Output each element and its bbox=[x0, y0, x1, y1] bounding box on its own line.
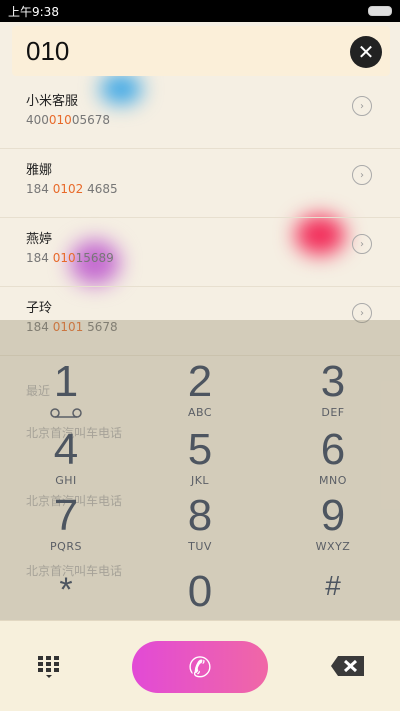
contact-name: 雅娜 bbox=[26, 163, 53, 178]
battery-icon bbox=[368, 6, 392, 16]
chevron-right-icon[interactable]: › bbox=[352, 96, 372, 116]
key-0[interactable]: 0 bbox=[140, 570, 260, 614]
contact-name: 小米客服 bbox=[26, 94, 79, 109]
contact-name: 燕婷 bbox=[26, 232, 53, 247]
key-6[interactable]: 6 MNO bbox=[273, 428, 393, 488]
status-bar: 上午9:38 bbox=[0, 0, 400, 22]
dial-input-bar[interactable]: 010 ✕ bbox=[12, 26, 390, 76]
status-time: 上午9:38 bbox=[8, 4, 59, 19]
phone-icon: ✆ bbox=[188, 650, 212, 684]
contact-phone: 184 01015689 bbox=[26, 251, 114, 265]
key-2[interactable]: 2 ABC bbox=[140, 360, 260, 420]
contact-phone: 40001005678 bbox=[26, 113, 110, 127]
key-3[interactable]: 3 DEF bbox=[273, 360, 393, 420]
dialed-number: 010 bbox=[26, 35, 70, 66]
chevron-right-icon[interactable]: › bbox=[352, 234, 372, 254]
contact-row[interactable]: 雅娜 184 0102 4685 › bbox=[0, 149, 400, 218]
backspace-icon[interactable] bbox=[330, 655, 366, 677]
key-4[interactable]: 4 GHI bbox=[6, 428, 126, 488]
key-9[interactable]: 9 WXYZ bbox=[273, 494, 393, 554]
key-7[interactable]: 7 PQRS bbox=[6, 494, 126, 554]
contact-row[interactable]: 小米客服 40001005678 › bbox=[0, 80, 400, 149]
key-5[interactable]: 5 JKL bbox=[140, 428, 260, 488]
key-star[interactable]: * bbox=[6, 568, 126, 612]
dial-keypad: 1 2 ABC 3 DEF 4 GHI 5 JKL 6 MNO 7 PQRS 8… bbox=[0, 350, 400, 620]
key-hash[interactable]: # bbox=[273, 564, 393, 608]
bottom-action-bar: ✆ bbox=[0, 620, 400, 711]
contact-results-list: 小米客服 40001005678 › 雅娜 184 0102 4685 › 燕婷… bbox=[0, 80, 400, 356]
clear-icon[interactable]: ✕ bbox=[350, 36, 382, 68]
keypad-toggle-icon[interactable] bbox=[36, 655, 62, 679]
key-8[interactable]: 8 TUV bbox=[140, 494, 260, 554]
chevron-right-icon[interactable]: › bbox=[352, 165, 372, 185]
call-button[interactable]: ✆ bbox=[132, 641, 268, 693]
voicemail-icon bbox=[50, 408, 82, 418]
contact-row[interactable]: 燕婷 184 01015689 › bbox=[0, 218, 400, 287]
contact-phone: 184 0102 4685 bbox=[26, 182, 118, 196]
key-1[interactable]: 1 bbox=[6, 360, 126, 423]
contact-name: 子玲 bbox=[26, 301, 53, 316]
